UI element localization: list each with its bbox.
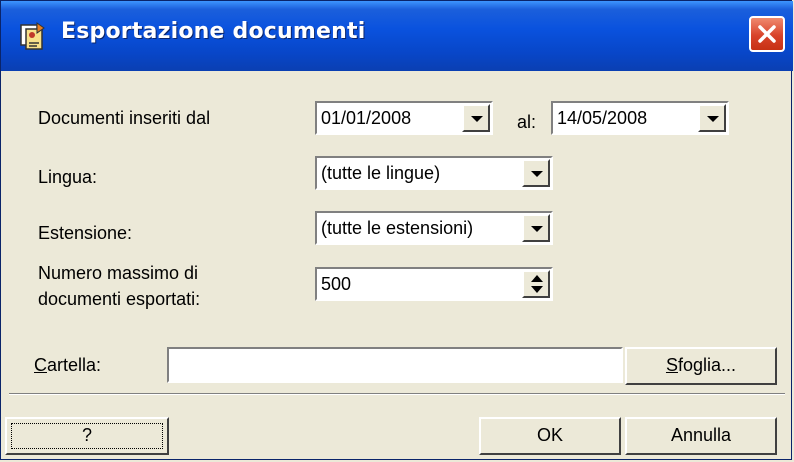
separator — [9, 393, 785, 395]
window-title: Esportazione documenti — [61, 19, 366, 44]
date-to-label: al: — [517, 112, 537, 132]
folder-input[interactable] — [167, 347, 623, 383]
help-button[interactable]: ? — [5, 417, 169, 455]
date-from-value: 01/01/2008 — [321, 108, 412, 128]
extension-value: (tutte le estensioni) — [321, 218, 474, 238]
extension-dropdown-button[interactable] — [522, 214, 550, 242]
max-docs-stepper[interactable]: 500 — [315, 267, 553, 301]
chevron-down-icon — [531, 226, 543, 232]
documents-export-icon — [20, 22, 45, 50]
extension-select[interactable]: (tutte le estensioni) — [315, 211, 553, 245]
language-label: Lingua: — [38, 167, 98, 187]
title-bar[interactable]: Esportazione documenti — [1, 1, 793, 71]
chevron-down-icon — [707, 116, 719, 122]
date-to-picker[interactable]: 14/05/2008 — [551, 101, 729, 135]
chevron-down-icon — [531, 171, 543, 177]
date-from-dropdown-button[interactable] — [462, 104, 490, 132]
cancel-button[interactable]: Annulla — [625, 417, 777, 455]
chevron-down-icon — [471, 116, 483, 122]
focus-rect — [11, 423, 163, 449]
export-dialog: Esportazione documenti Documenti inserit… — [0, 0, 793, 460]
extension-label: Estensione: — [38, 223, 133, 243]
date-to-dropdown-button[interactable] — [698, 104, 726, 132]
close-icon — [758, 25, 776, 43]
folder-label: Cartella: — [34, 355, 102, 375]
language-select[interactable]: (tutte le lingue) — [315, 156, 553, 190]
max-docs-label-line2: documenti esportati: — [38, 289, 201, 309]
date-from-picker[interactable]: 01/01/2008 — [315, 101, 493, 135]
arrow-up-icon — [531, 275, 543, 282]
browse-button[interactable]: Sfoglia... — [625, 347, 777, 385]
arrow-down-icon — [531, 286, 543, 293]
max-docs-value: 500 — [321, 274, 352, 294]
max-docs-label-line1: Numero massimo di — [38, 263, 199, 283]
date-to-value: 14/05/2008 — [557, 108, 648, 128]
language-value: (tutte le lingue) — [321, 163, 441, 183]
close-button[interactable] — [749, 16, 785, 52]
date-from-label: Documenti inseriti dal — [38, 108, 211, 128]
language-dropdown-button[interactable] — [522, 159, 550, 187]
max-docs-spin-button[interactable] — [522, 270, 550, 298]
ok-button[interactable]: OK — [479, 417, 621, 455]
